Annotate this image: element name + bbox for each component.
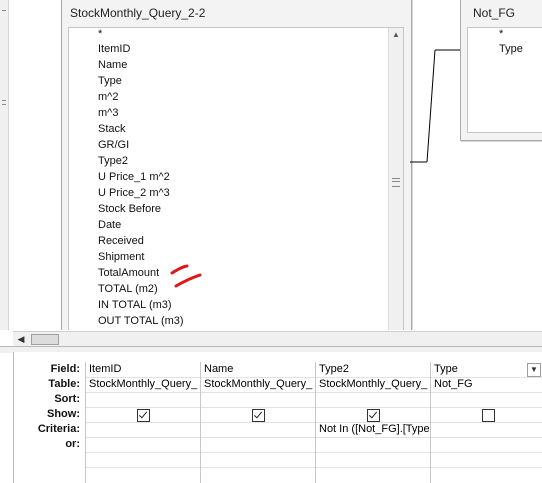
field-item[interactable]: ItemID [98,43,130,55]
query-grid: Field: Table: Sort: Show: Criteria: or: … [13,352,542,483]
field-list[interactable]: * ItemID Name Type m^2 m^3 Stack GR/GI T… [68,27,404,330]
field-item[interactable]: Received [98,235,144,247]
field-item[interactable]: U Price_1 m^2 [98,171,170,183]
field-list-scrollbar[interactable]: ▲ [388,28,403,330]
field-list[interactable]: * Type [467,27,542,133]
scroll-left-icon[interactable]: ◀ [15,333,27,345]
field-item[interactable]: Date [98,219,121,231]
field-item[interactable]: IN TOTAL (m3) [98,299,172,311]
join-line[interactable] [408,40,464,170]
field-item[interactable]: m^2 [98,91,118,103]
scroll-grip[interactable] [392,178,400,187]
show-checkbox[interactable] [252,409,265,422]
show-checkbox[interactable] [482,409,495,422]
show-checkbox[interactable] [367,409,380,422]
field-item[interactable]: Stock Before [98,203,161,215]
grid-field-cell[interactable]: Type2 [319,363,429,375]
grid-table-cell[interactable]: Not_FG [434,378,534,390]
grid-field-cell[interactable]: ItemID [89,363,199,375]
scroll-up-icon[interactable]: ▲ [389,28,403,42]
row-label-sort: Sort: [54,393,80,405]
grid-table-cell[interactable]: StockMonthly_Query_ [204,378,314,390]
field-item[interactable]: Name [98,59,127,71]
field-item[interactable]: TotalAmount [98,267,159,279]
red-pen-marks [170,264,202,288]
field-item[interactable]: OUT TOTAL (m3) [98,315,184,327]
grid-table-cell[interactable]: StockMonthly_Query_ [89,378,199,390]
row-label-field: Field: [50,363,80,375]
grid-table-cell[interactable]: StockMonthly_Query_ [319,378,429,390]
field-item[interactable]: Shipment [98,251,144,263]
table-stockmonthly-query[interactable]: StockMonthly_Query_2-2 * ItemID Name Typ… [61,0,412,330]
field-item[interactable]: * [499,28,503,40]
scroll-thumb[interactable] [31,334,59,345]
field-item[interactable]: Type [499,43,523,55]
grid-field-cell[interactable]: Name [204,363,314,375]
row-label-table: Table: [48,378,80,390]
field-item[interactable]: m^3 [98,107,118,119]
field-item[interactable]: Type [98,75,122,87]
row-label-criteria: Criteria: [37,423,80,435]
table-title[interactable]: Not_FG [473,6,515,20]
row-label-or: or: [65,438,80,450]
left-pane-edge [0,0,9,330]
field-item[interactable]: U Price_2 m^3 [98,187,170,199]
grid-criteria-cell[interactable]: Not In ([Not_FG].[Type [319,423,429,435]
field-item[interactable]: TOTAL (m2) [98,283,158,295]
table-not-fg[interactable]: Not_FG * Type [460,0,542,141]
table-title[interactable]: StockMonthly_Query_2-2 [70,6,205,20]
design-horizontal-scrollbar[interactable]: ◀ [13,331,542,347]
chevron-down-icon[interactable]: ▼ [527,363,541,377]
row-label-show: Show: [47,408,80,420]
show-checkbox[interactable] [137,409,150,422]
field-item[interactable]: GR/GI [98,139,129,151]
field-item[interactable]: * [98,28,102,40]
field-item[interactable]: Stack [98,123,126,135]
grid-field-cell[interactable]: Type [434,363,524,375]
field-item[interactable]: Type2 [98,155,128,167]
query-design-pane: StockMonthly_Query_2-2 * ItemID Name Typ… [0,0,542,330]
